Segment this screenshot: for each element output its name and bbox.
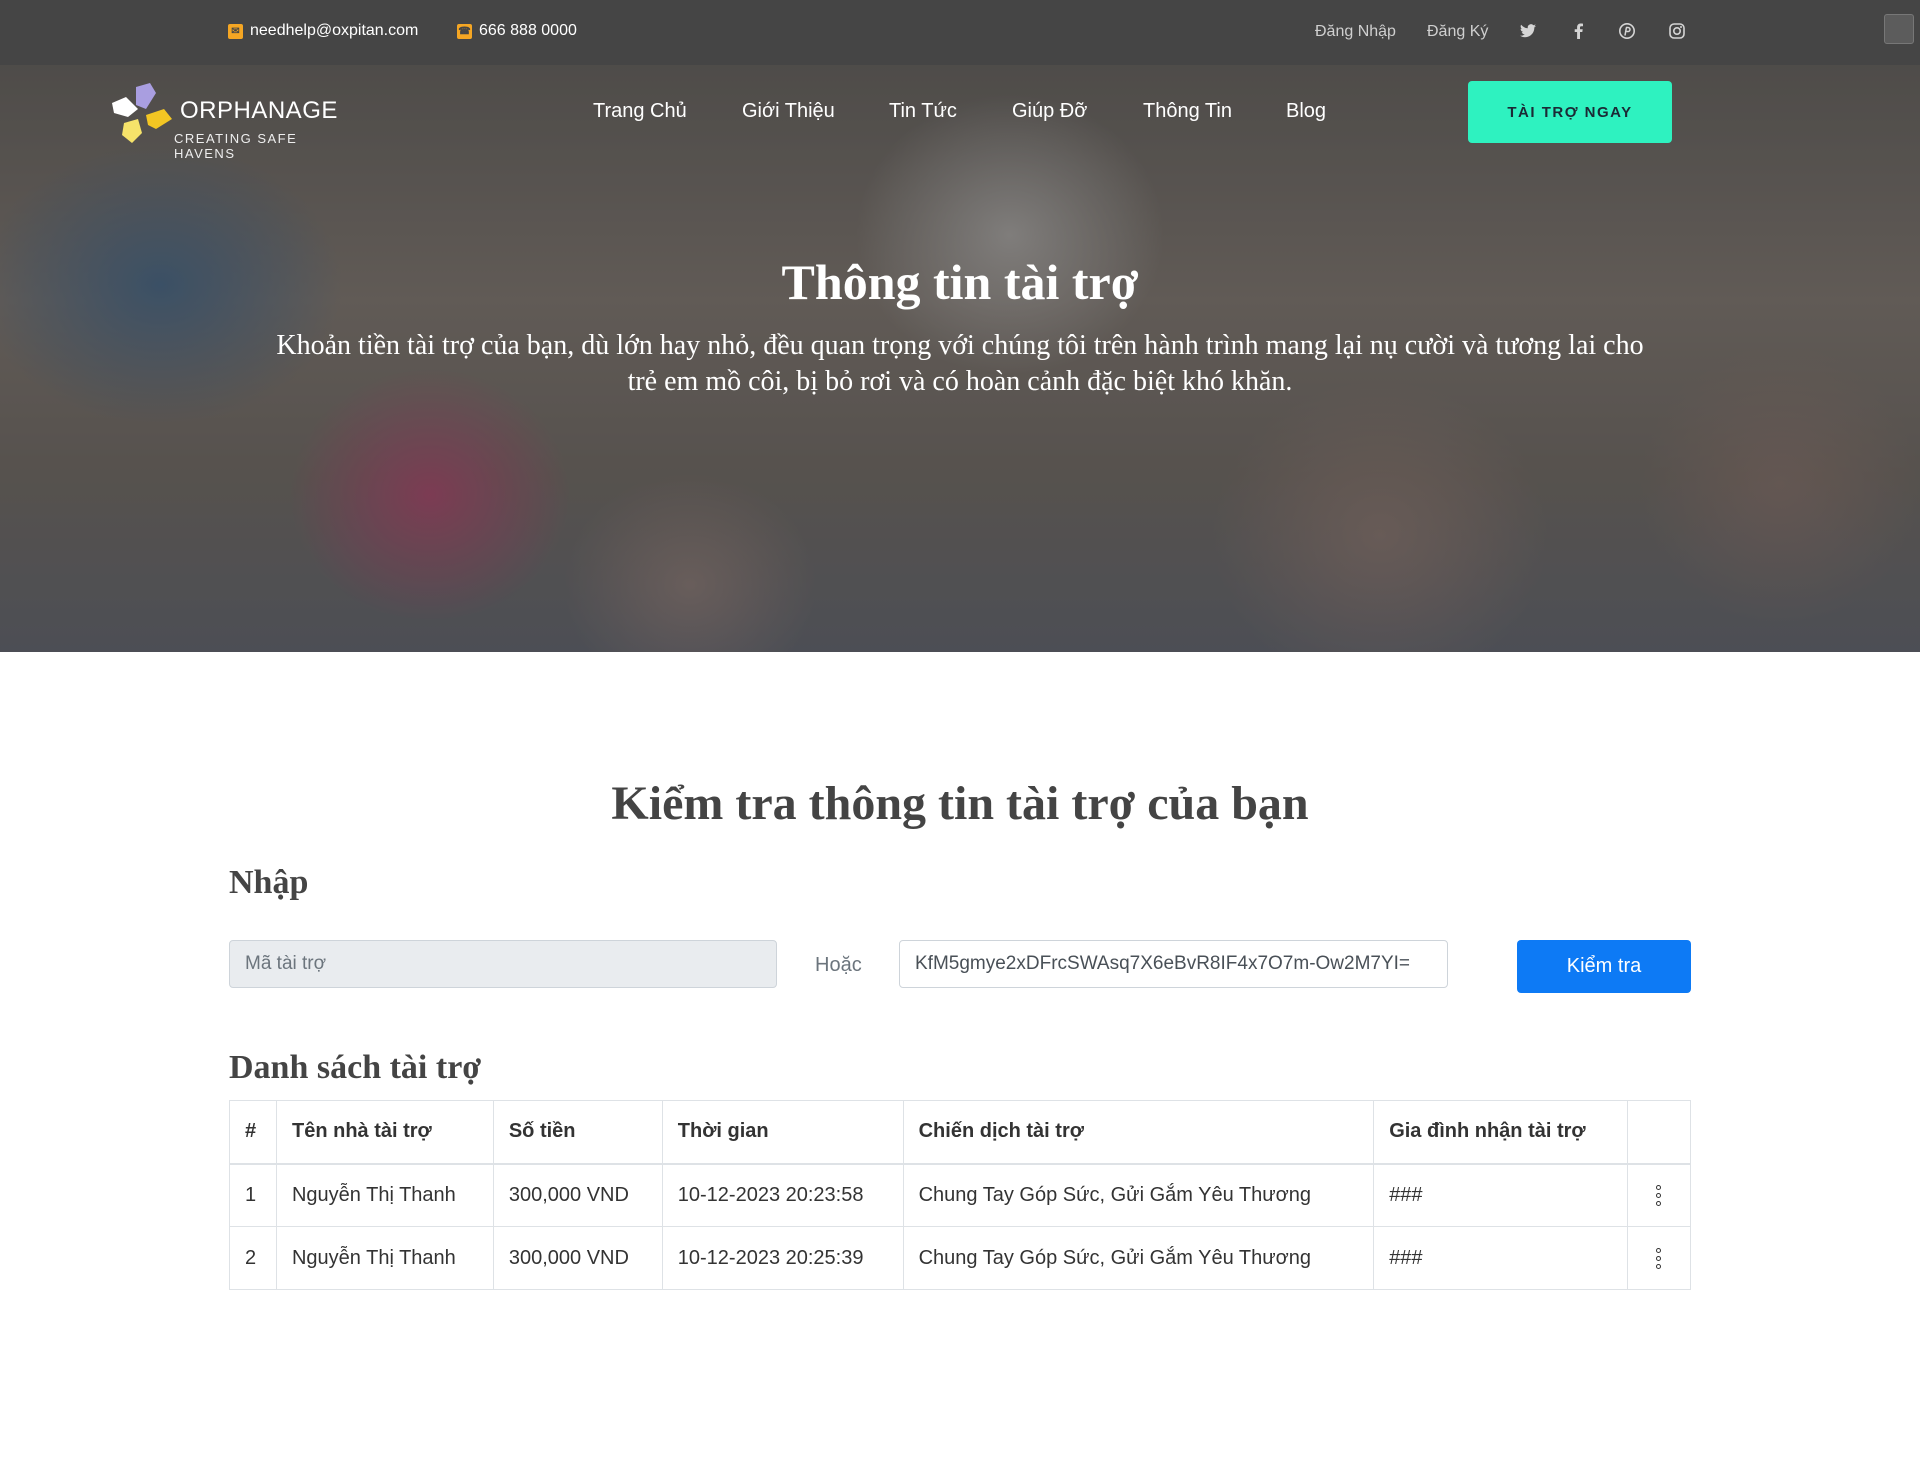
site-logo[interactable]: ORPHANAGE CREATING SAFE HAVENS [106, 79, 356, 161]
column-header-actions [1626, 1100, 1692, 1165]
nav-item-help[interactable]: Giúp Đỡ [1012, 100, 1087, 123]
cell-amount: 300,000 VND [492, 1163, 663, 1227]
browser-extension-icon[interactable] [1884, 14, 1914, 44]
donation-token-input[interactable] [899, 940, 1448, 988]
cell-index: 1 [229, 1163, 277, 1227]
check-button[interactable]: Kiểm tra [1517, 940, 1691, 993]
nav-item-home[interactable]: Trang Chủ [593, 100, 687, 123]
hero-subtitle: Khoản tiền tài trợ của bạn, dù lớn hay n… [276, 330, 1644, 397]
login-link[interactable]: Đăng Nhập [1315, 23, 1396, 41]
facebook-icon[interactable] [1568, 21, 1588, 41]
cell-family: ### [1373, 1163, 1628, 1227]
twitter-icon[interactable] [1518, 21, 1538, 41]
nav-item-blog[interactable]: Blog [1286, 100, 1326, 123]
phone-text: 666 888 0000 [479, 22, 577, 39]
input-section-title: Nhập [229, 864, 309, 901]
email-text: needhelp@oxpitan.com [250, 22, 419, 39]
phone-icon: ☎ [457, 23, 472, 39]
cell-time: 10-12-2023 20:25:39 [661, 1226, 904, 1290]
column-header-campaign: Chiến dịch tài trợ [902, 1100, 1375, 1165]
nav-item-about[interactable]: Giới Thiệu [742, 100, 835, 123]
register-link[interactable]: Đăng Ký [1427, 23, 1488, 41]
more-options-icon[interactable] [1643, 1184, 1675, 1206]
brand-tagline: CREATING SAFE HAVENS [174, 131, 298, 161]
cell-campaign: Chung Tay Góp Sức, Gửi Gắm Yêu Thương [902, 1163, 1375, 1227]
cell-actions [1626, 1163, 1692, 1227]
or-label: Hoặc [815, 954, 862, 976]
table-row: 1 Nguyễn Thị Thanh 300,000 VND 10-12-202… [229, 1163, 1692, 1227]
cell-family: ### [1373, 1226, 1628, 1290]
column-header-amount: Số tiền [492, 1100, 663, 1165]
more-options-icon[interactable] [1643, 1247, 1675, 1269]
cell-donor: Nguyễn Thị Thanh [275, 1163, 494, 1227]
nav-item-info[interactable]: Thông Tin [1143, 100, 1232, 123]
page-title: Thông tin tài trợ [781, 254, 1139, 310]
donations-table: # Tên nhà tài trợ Số tiền Thời gian Chiế… [229, 1100, 1692, 1290]
column-header-family: Gia đình nhận tài trợ [1373, 1100, 1628, 1165]
pinterest-icon[interactable] [1617, 21, 1637, 41]
nav-item-news[interactable]: Tin Tức [889, 100, 957, 123]
top-bar: ✉ needhelp@oxpitan.com ☎ 666 888 0000 Đă… [0, 0, 1920, 65]
column-header-donor: Tên nhà tài trợ [275, 1100, 494, 1165]
donations-list-title: Danh sách tài trợ [229, 1049, 482, 1086]
cell-amount: 300,000 VND [492, 1226, 663, 1290]
lookup-heading: Kiểm tra thông tin tài trợ của bạn [611, 777, 1309, 830]
column-header-index: # [229, 1100, 277, 1165]
cell-campaign: Chung Tay Góp Sức, Gửi Gắm Yêu Thương [902, 1226, 1375, 1290]
donate-now-button[interactable]: TÀI TRỢ NGAY [1468, 81, 1672, 143]
column-header-time: Thời gian [661, 1100, 904, 1165]
cell-index: 2 [229, 1226, 277, 1290]
envelope-icon: ✉ [228, 23, 243, 39]
cell-actions [1626, 1226, 1692, 1290]
hands-logo-icon [112, 83, 172, 143]
cell-time: 10-12-2023 20:23:58 [661, 1163, 904, 1227]
brand-name: ORPHANAGE [180, 97, 338, 124]
donation-code-input[interactable] [229, 940, 777, 988]
cell-donor: Nguyễn Thị Thanh [275, 1226, 494, 1290]
table-row: 2 Nguyễn Thị Thanh 300,000 VND 10-12-202… [229, 1226, 1692, 1290]
hero-banner: ORPHANAGE CREATING SAFE HAVENS Trang Chủ… [0, 65, 1920, 652]
email-contact[interactable]: ✉ needhelp@oxpitan.com [228, 22, 418, 40]
table-header-row: # Tên nhà tài trợ Số tiền Thời gian Chiế… [229, 1100, 1692, 1165]
instagram-icon[interactable] [1667, 21, 1687, 41]
phone-contact[interactable]: ☎ 666 888 0000 [457, 22, 577, 40]
